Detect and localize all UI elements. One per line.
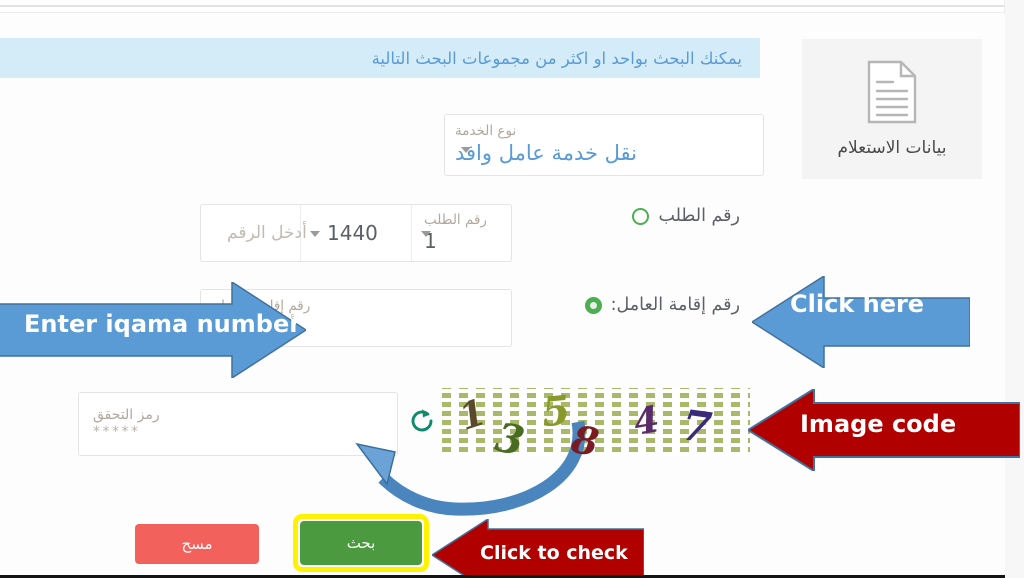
page-top-rule-2	[0, 12, 1005, 13]
chevron-down-icon	[461, 147, 471, 153]
clear-button-label: مسح	[181, 535, 213, 553]
radio-option-iqama-number-label: رقم إقامة العامل:	[610, 295, 740, 315]
service-type-select[interactable]: نوع الخدمة نقل خدمة عامل وافد	[444, 114, 764, 176]
inquiry-data-tab[interactable]: بيانات الاستعلام	[802, 39, 982, 179]
inquiry-data-tab-label: بيانات الاستعلام	[837, 138, 947, 158]
request-index-segment[interactable]: رقم الطلب 1	[412, 205, 511, 261]
service-type-label: نوع الخدمة	[455, 123, 517, 140]
radio-button-request-number[interactable]	[632, 207, 650, 225]
annotation-label-click-here: Click here	[790, 290, 925, 318]
captcha-digit-6: 7	[678, 400, 715, 453]
clear-button[interactable]: مسح	[135, 524, 259, 564]
request-number-label: رقم الطلب	[424, 212, 487, 229]
screenshot-root: يمكنك البحث بواحد او اكثر من مجموعات الب…	[0, 0, 1024, 578]
radio-button-iqama-number[interactable]	[584, 296, 602, 314]
annotation-label-click-to-check: Click to check	[480, 542, 628, 564]
hijri-year-value: 1440	[327, 221, 378, 245]
document-icon	[867, 60, 917, 124]
search-button[interactable]: بحث	[300, 521, 422, 565]
captcha-label: رمز التحقق	[93, 406, 160, 423]
radio-option-request-number-label: رقم الطلب	[658, 206, 740, 226]
chevron-down-icon	[310, 231, 320, 237]
annotation-label-image-code: Image code	[800, 410, 957, 438]
request-number-input[interactable]: أدخل الرقم	[201, 205, 307, 261]
page-top-rule-1	[0, 5, 1005, 7]
form-canvas: يمكنك البحث بواحد او اكثر من مجموعات الب…	[0, 14, 1020, 578]
request-number-field-group[interactable]: رقم الطلب 1 1440 أدخل الرقم	[200, 204, 512, 262]
hijri-year-segment[interactable]: 1440	[301, 205, 413, 261]
chevron-down-icon	[421, 231, 432, 237]
radio-option-iqama-number[interactable]: رقم إقامة العامل:	[584, 295, 740, 315]
radio-option-request-number[interactable]: رقم الطلب	[632, 206, 740, 226]
info-banner: يمكنك البحث بواحد او اكثر من مجموعات الب…	[0, 38, 760, 78]
search-button-label: بحث	[346, 534, 376, 552]
captcha-digit-5: 4	[630, 398, 663, 444]
captcha-value-mask: *****	[93, 424, 141, 441]
captcha-digit-3: 5	[539, 388, 573, 437]
annotation-label-enter-iqama: Enter iqama number	[24, 310, 302, 338]
service-type-value: نقل خدمة عامل وافد	[455, 140, 638, 165]
request-number-placeholder: أدخل الرقم	[227, 222, 307, 243]
page-right-gutter	[1004, 0, 1024, 578]
info-banner-text: يمكنك البحث بواحد او اكثر من مجموعات الب…	[371, 48, 742, 68]
